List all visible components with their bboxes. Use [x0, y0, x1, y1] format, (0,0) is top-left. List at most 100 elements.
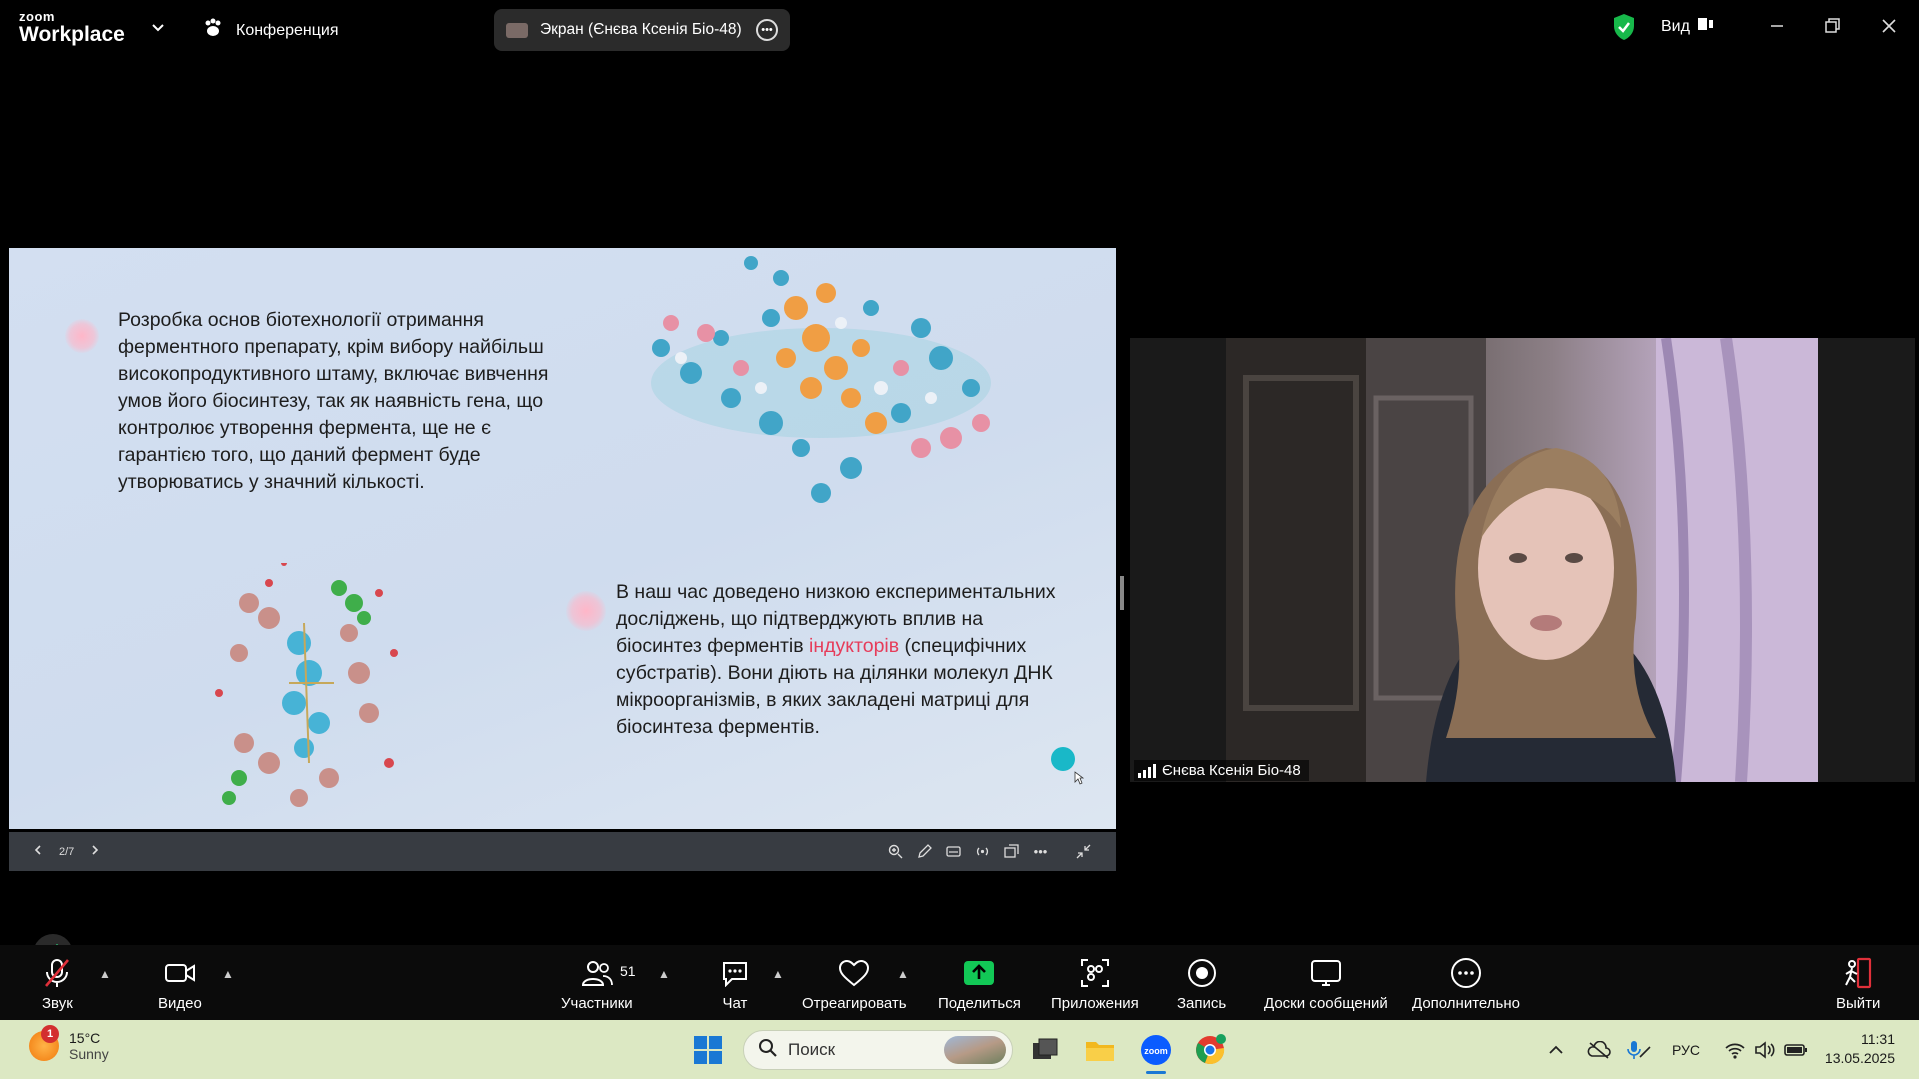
participant-name-tag: Єнєва Ксенія Біо-48 [1134, 760, 1309, 781]
close-icon[interactable] [1873, 12, 1905, 40]
wifi-icon[interactable] [1724, 1020, 1746, 1079]
slide-accent-dot [1051, 747, 1075, 771]
cloud-offline-icon[interactable] [1587, 1020, 1611, 1079]
whiteboards-button[interactable]: Доски сообщений [1264, 955, 1388, 1012]
react-options-chevron-icon[interactable]: ▲ [897, 967, 909, 981]
view-label: Вид [1661, 17, 1690, 35]
whiteboards-label: Доски сообщений [1264, 995, 1388, 1012]
participants-options-chevron-icon[interactable]: ▲ [658, 967, 670, 981]
sun-icon: 1 [29, 1025, 59, 1061]
meeting-stage: Розробка основ біотехнології отримання ф… [0, 56, 1919, 974]
record-label: Запись [1177, 995, 1227, 1012]
restore-icon[interactable] [1817, 12, 1849, 40]
react-button[interactable]: Отреагировать [802, 955, 907, 1012]
volume-icon[interactable] [1754, 1020, 1776, 1079]
logo-top: zoom [19, 9, 55, 24]
zoom-logo[interactable]: zoom Workplace [19, 10, 125, 45]
share-screen-icon [963, 955, 995, 991]
weather-widget[interactable]: 1 15°C Sunny [29, 1025, 109, 1062]
video-button[interactable]: Видео [158, 955, 202, 1012]
heart-icon [838, 955, 870, 991]
record-button[interactable]: Запись [1177, 955, 1226, 1012]
more-options-icon[interactable]: ••• [1032, 843, 1049, 860]
chevron-down-icon[interactable] [151, 20, 165, 38]
chat-button[interactable]: Чат [720, 955, 750, 1012]
search-icon [758, 1038, 778, 1063]
participant-video-frame [1226, 338, 1818, 782]
whiteboard-icon [1310, 955, 1342, 991]
temperature: 15°C [69, 1030, 101, 1046]
chrome-icon[interactable] [1192, 1032, 1228, 1068]
file-explorer-icon[interactable] [1082, 1032, 1118, 1068]
video-options-chevron-icon[interactable]: ▲ [222, 967, 234, 981]
show-hidden-icons-chevron-icon[interactable] [1548, 1020, 1564, 1079]
next-slide-icon[interactable] [90, 844, 100, 859]
meeting-label: Конференция [236, 21, 339, 39]
participants-count: 51 [620, 963, 636, 979]
chat-options-chevron-icon[interactable]: ▲ [772, 967, 784, 981]
search-placeholder: Поиск [788, 1040, 836, 1059]
molecule-image-bottom [215, 563, 398, 807]
video-panel: Єнєва Ксенія Біо-48 [1130, 338, 1915, 782]
apps-label: Приложения [1051, 995, 1139, 1012]
svg-text:zoom: zoom [1144, 1046, 1168, 1056]
meeting-menu[interactable]: Конференция [202, 17, 339, 44]
shared-slide[interactable]: Розробка основ біотехнології отримання ф… [9, 248, 1116, 829]
chat-icon [720, 955, 750, 991]
share-label: Поделиться [938, 995, 1021, 1012]
taskbar-search[interactable]: Поиск [743, 1030, 1013, 1070]
shield-check-icon[interactable] [1612, 13, 1636, 46]
screen-share-indicator[interactable]: Экран (Єнєва Ксенія Біо-48) ••• [494, 9, 790, 51]
participant-name: Єнєва Ксенія Біо-48 [1162, 762, 1301, 779]
start-menu-icon[interactable] [694, 1036, 722, 1064]
clock[interactable]: 11:31 13.05.2025 [1825, 1030, 1895, 1068]
subtitles-icon[interactable] [945, 843, 962, 860]
minimize-icon[interactable] [1761, 12, 1793, 40]
molecule-image-top [651, 256, 991, 503]
clock-date: 13.05.2025 [1824, 1050, 1895, 1066]
input-language[interactable]: РУС [1672, 1020, 1700, 1079]
exit-fullscreen-icon[interactable] [1075, 843, 1092, 860]
microphone-in-use-icon[interactable] [1626, 1020, 1652, 1079]
slide-controls: 2/7 ••• [9, 832, 1116, 871]
zoom-app-icon[interactable]: zoom [1138, 1032, 1174, 1074]
audio-button[interactable]: Звук [42, 955, 73, 1012]
participant-video[interactable] [1226, 338, 1818, 782]
apps-icon [1080, 955, 1110, 991]
participants-icon [581, 955, 613, 991]
broadcast-icon[interactable] [974, 843, 991, 860]
video-label: Видео [158, 995, 202, 1012]
active-app-indicator [1146, 1071, 1166, 1074]
paw-icon [202, 17, 224, 44]
more-label: Дополнительно [1412, 995, 1520, 1012]
more-button[interactable]: Дополнительно [1412, 955, 1520, 1012]
zoom-in-icon[interactable] [887, 843, 904, 860]
leave-icon [1842, 955, 1874, 991]
share-button[interactable]: Поделиться [938, 955, 1021, 1012]
weather-badge: 1 [41, 1025, 59, 1043]
apps-button[interactable]: Приложения [1051, 955, 1139, 1012]
more-icon[interactable]: ••• [756, 19, 778, 41]
prev-slide-icon[interactable] [33, 844, 43, 859]
record-icon [1187, 955, 1217, 991]
weather-condition: Sunny [69, 1046, 109, 1062]
slide-bullet-decoration [566, 591, 606, 631]
audio-options-chevron-icon[interactable]: ▲ [99, 967, 111, 981]
meeting-toolbar: Звук ▲ Видео ▲ Участники 51 ▲ Чат ▲ Отре… [0, 945, 1919, 1020]
chat-label: Чат [722, 995, 748, 1012]
battery-icon[interactable] [1784, 1020, 1808, 1079]
leave-label: Выйти [1836, 995, 1881, 1012]
sharer-thumbnail [506, 22, 528, 38]
participants-label: Участники [561, 995, 633, 1012]
camera-icon [164, 955, 196, 991]
task-view-icon[interactable] [1027, 1032, 1063, 1068]
pen-icon[interactable] [916, 843, 933, 860]
popout-icon[interactable] [1003, 843, 1020, 860]
view-button[interactable]: Вид [1661, 17, 1714, 36]
panel-resize-handle[interactable] [1120, 576, 1124, 610]
leave-button[interactable]: Выйти [1836, 955, 1880, 1012]
view-layout-icon [1697, 17, 1714, 36]
logo-bottom: Workplace [19, 23, 125, 46]
slide-paragraph-2: В наш час доведено низкою експерименталь… [616, 579, 1056, 741]
windows-taskbar: 1 15°C Sunny Поиск zoom РУС 11:31 13.05.… [0, 1020, 1919, 1079]
